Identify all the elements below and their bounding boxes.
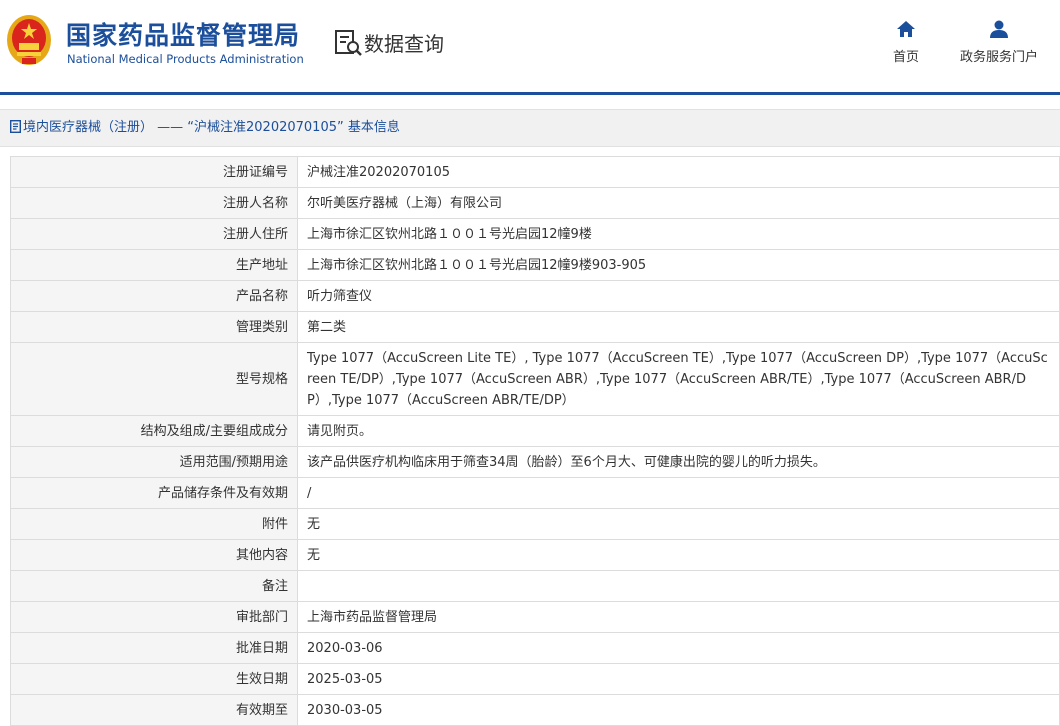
field-label: 产品名称 xyxy=(10,280,298,312)
table-row: 其他内容 无 xyxy=(10,539,1060,571)
table-row: 注册人住所 上海市徐汇区钦州北路１００１号光启园12幢9楼 xyxy=(10,218,1060,250)
national-emblem-icon xyxy=(7,15,51,65)
data-query-icon xyxy=(335,30,362,56)
breadcrumb: 境内医疗器械（注册） —— “沪械注准20202070105” 基本信息 xyxy=(0,109,1060,147)
user-icon xyxy=(990,20,1008,38)
field-value: 尔听美医疗器械（上海）有限公司 xyxy=(297,187,1060,219)
field-label: 注册证编号 xyxy=(10,156,298,188)
field-label: 注册人名称 xyxy=(10,187,298,219)
field-value: 2020-03-06 xyxy=(297,632,1060,664)
document-icon xyxy=(10,120,21,133)
nav-home-label: 首页 xyxy=(893,50,920,65)
section-title: 数据查询 xyxy=(364,32,444,56)
breadcrumb-separator: —— xyxy=(153,120,188,135)
field-value: 请见附页。 xyxy=(297,415,1060,447)
home-icon xyxy=(897,21,915,37)
table-row: 批准日期 2020-03-06 xyxy=(10,632,1060,664)
field-label: 生效日期 xyxy=(10,663,298,695)
table-row: 注册人名称 尔听美医疗器械（上海）有限公司 xyxy=(10,187,1060,219)
breadcrumb-record: “沪械注准20202070105” xyxy=(187,120,344,135)
nav-home-link[interactable]: 首页 xyxy=(893,20,919,65)
field-label: 管理类别 xyxy=(10,311,298,343)
breadcrumb-suffix: 基本信息 xyxy=(343,120,400,135)
field-value: 无 xyxy=(297,539,1060,571)
nav-service-portal-link[interactable]: 政务服务门户 xyxy=(960,20,1038,65)
table-row: 结构及组成/主要组成成分 请见附页。 xyxy=(10,415,1060,447)
field-value: 上海市药品监督管理局 xyxy=(297,601,1060,633)
table-row: 适用范围/预期用途 该产品供医疗机构临床用于筛查34周（胎龄）至6个月大、可健康… xyxy=(10,446,1060,478)
field-value: / xyxy=(297,477,1060,509)
org-name-en: National Medical Products Administration xyxy=(67,52,304,66)
field-label: 审批部门 xyxy=(10,601,298,633)
table-row: 备注 xyxy=(10,570,1060,602)
field-value: 上海市徐汇区钦州北路１００１号光启园12幢9楼 xyxy=(297,218,1060,250)
field-value: Type 1077（AccuScreen Lite TE）, Type 1077… xyxy=(297,342,1060,416)
breadcrumb-category-link[interactable]: 境内医疗器械（注册） xyxy=(23,120,153,135)
site-header: 国家药品监督管理局 National Medical Products Admi… xyxy=(0,0,1060,95)
field-label: 附件 xyxy=(10,508,298,540)
field-label: 注册人住所 xyxy=(10,218,298,250)
field-value xyxy=(297,570,1060,602)
registration-detail-table: 注册证编号 沪械注准20202070105 注册人名称 尔听美医疗器械（上海）有… xyxy=(10,156,1060,726)
field-label: 批准日期 xyxy=(10,632,298,664)
field-label: 产品储存条件及有效期 xyxy=(10,477,298,509)
table-row: 型号规格 Type 1077（AccuScreen Lite TE）, Type… xyxy=(10,342,1060,416)
table-row: 产品储存条件及有效期 / xyxy=(10,477,1060,509)
table-row: 附件 无 xyxy=(10,508,1060,540)
field-label: 生产地址 xyxy=(10,249,298,281)
table-row: 生效日期 2025-03-05 xyxy=(10,663,1060,695)
table-row: 注册证编号 沪械注准20202070105 xyxy=(10,156,1060,188)
field-value: 2025-03-05 xyxy=(297,663,1060,695)
field-label: 备注 xyxy=(10,570,298,602)
org-name-cn: 国家药品监督管理局 xyxy=(66,21,301,50)
field-value: 上海市徐汇区钦州北路１００１号光启园12幢9楼903-905 xyxy=(297,249,1060,281)
field-label: 有效期至 xyxy=(10,694,298,726)
header-divider xyxy=(0,92,1060,95)
field-label: 结构及组成/主要组成成分 xyxy=(10,415,298,447)
field-value: 沪械注准20202070105 xyxy=(297,156,1060,188)
field-value: 该产品供医疗机构临床用于筛查34周（胎龄）至6个月大、可健康出院的婴儿的听力损失… xyxy=(297,446,1060,478)
field-label: 型号规格 xyxy=(10,342,298,416)
field-label: 适用范围/预期用途 xyxy=(10,446,298,478)
table-row: 有效期至 2030-03-05 xyxy=(10,694,1060,726)
table-row: 审批部门 上海市药品监督管理局 xyxy=(10,601,1060,633)
field-value: 无 xyxy=(297,508,1060,540)
field-value: 第二类 xyxy=(297,311,1060,343)
table-row: 生产地址 上海市徐汇区钦州北路１００１号光启园12幢9楼903-905 xyxy=(10,249,1060,281)
nav-service-label: 政务服务门户 xyxy=(960,50,1039,65)
field-value: 2030-03-05 xyxy=(297,694,1060,726)
field-value: 听力筛查仪 xyxy=(297,280,1060,312)
field-label: 其他内容 xyxy=(10,539,298,571)
table-row: 管理类别 第二类 xyxy=(10,311,1060,343)
table-row: 产品名称 听力筛查仪 xyxy=(10,280,1060,312)
